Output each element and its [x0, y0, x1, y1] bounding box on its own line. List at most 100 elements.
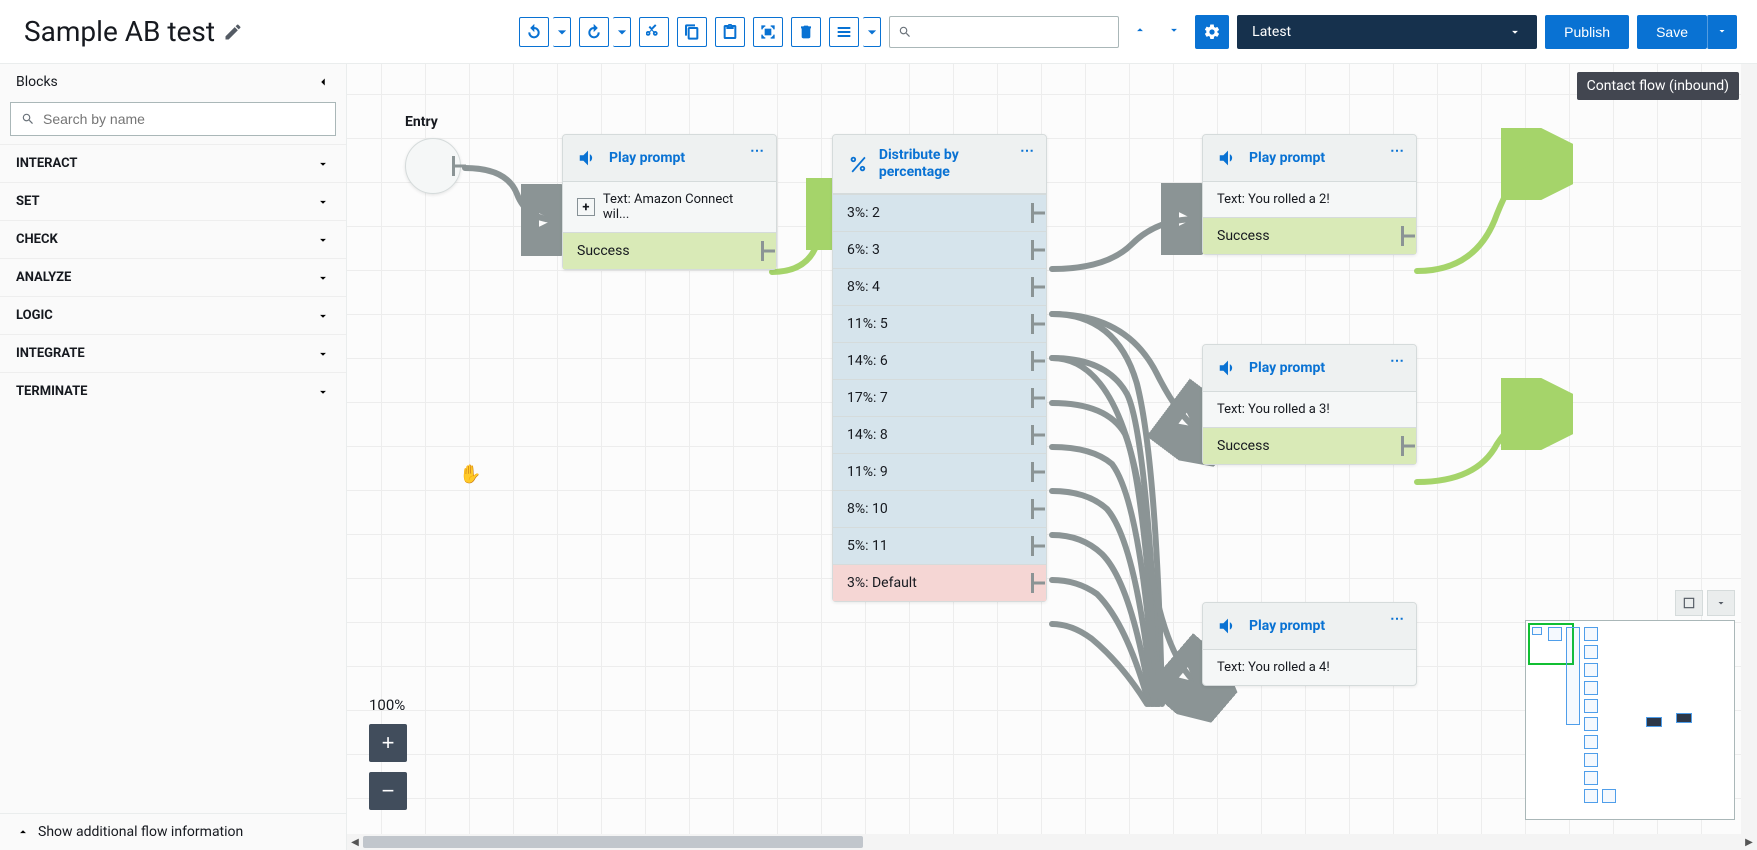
sidebar-category-set[interactable]: SET [0, 182, 346, 220]
save-dropdown[interactable] [1707, 15, 1737, 49]
chevron-down-icon [316, 309, 330, 323]
outcome-success[interactable]: Success [563, 232, 776, 269]
outcome-pct[interactable]: 3%: 2 [833, 194, 1046, 231]
expand-icon[interactable]: + [577, 198, 595, 216]
zoom-controls: 100% + − [369, 696, 407, 820]
entry-node[interactable]: Entry [405, 114, 461, 194]
node-menu-icon[interactable]: ⋯ [1020, 143, 1036, 159]
outcome-pct[interactable]: 11%: 9 [833, 453, 1046, 490]
chevron-down-icon [316, 271, 330, 285]
search-prev[interactable] [1127, 17, 1153, 47]
chevron-down-icon [316, 233, 330, 247]
node-menu-icon[interactable]: ⋯ [1390, 611, 1406, 627]
sidebar-header: Blocks [0, 64, 346, 98]
outcome-pct[interactable]: 6%: 3 [833, 231, 1046, 268]
sidebar-title: Blocks [16, 74, 58, 90]
outcome-pct[interactable]: 17%: 7 [833, 379, 1046, 416]
outcome-pct[interactable]: 8%: 4 [833, 268, 1046, 305]
zoom-level: 100% [369, 696, 407, 714]
cut-button[interactable] [639, 17, 669, 47]
gear-icon [1203, 23, 1221, 41]
arrange-button[interactable] [829, 17, 859, 47]
sidebar-footer-toggle[interactable]: Show additional flow information [0, 813, 346, 850]
save-button[interactable]: Save [1637, 15, 1707, 49]
chevron-down-icon [316, 385, 330, 399]
chevron-down-icon [1508, 25, 1522, 39]
outcome-success[interactable]: Success [1203, 217, 1416, 254]
outcome-pct[interactable]: 11%: 5 [833, 305, 1046, 342]
sidebar: Blocks INTERACT SET CHECK ANALYZE LOGIC … [0, 64, 347, 850]
undo-dropdown[interactable] [553, 17, 571, 47]
node-body-text: Text: You rolled a 2! [1217, 192, 1330, 207]
flow-type-badge: Contact flow (inbound) [1577, 72, 1739, 100]
minimap-toggle[interactable] [1707, 590, 1735, 616]
speaker-icon [1217, 147, 1239, 169]
scroll-left-button[interactable]: ◀ [347, 834, 363, 850]
version-select[interactable]: Latest [1237, 15, 1537, 49]
node-distribute[interactable]: Distribute by percentage ⋯ 3%: 2 6%: 3 8… [832, 134, 1047, 602]
node-play-prompt-2[interactable]: Play prompt ⋯ Text: You rolled a 2! Succ… [1202, 134, 1417, 255]
flow-title: Sample AB test [24, 15, 243, 48]
canvas-search-input[interactable] [912, 24, 1110, 40]
collapse-sidebar-icon[interactable] [316, 75, 330, 89]
outcome-pct[interactable]: 14%: 6 [833, 342, 1046, 379]
sidebar-category-logic[interactable]: LOGIC [0, 296, 346, 334]
scroll-right-button[interactable]: ▶ [1741, 834, 1757, 850]
node-play-prompt-3[interactable]: Play prompt ⋯ Text: You rolled a 3! Succ… [1202, 344, 1417, 465]
outcome-success[interactable]: Success [1203, 427, 1416, 464]
zoom-out-button[interactable]: − [369, 772, 407, 810]
node-play-prompt-4[interactable]: Play prompt ⋯ Text: You rolled a 4! [1202, 602, 1417, 686]
flow-title-text: Sample AB test [24, 15, 215, 48]
node-menu-icon[interactable]: ⋯ [1390, 143, 1406, 159]
paste-button[interactable] [715, 17, 745, 47]
version-label: Latest [1252, 24, 1291, 40]
sidebar-category-interact[interactable]: INTERACT [0, 144, 346, 182]
node-menu-icon[interactable]: ⋯ [750, 143, 766, 159]
publish-button[interactable]: Publish [1545, 15, 1629, 49]
chevron-up-icon [16, 825, 30, 839]
copy-button[interactable] [677, 17, 707, 47]
chevron-down-icon [316, 195, 330, 209]
zoom-in-button[interactable]: + [369, 724, 407, 762]
redo-dropdown[interactable] [613, 17, 631, 47]
arrange-dropdown[interactable] [863, 17, 881, 47]
speaker-icon [1217, 615, 1239, 637]
edit-icon[interactable] [223, 22, 243, 42]
sidebar-search[interactable] [10, 102, 336, 136]
percent-icon [847, 153, 869, 175]
chevron-down-icon [316, 347, 330, 361]
vertical-scrollbar[interactable] [1741, 64, 1757, 834]
toolbar: Sample AB test Latest [0, 0, 1757, 64]
settings-button[interactable] [1195, 15, 1229, 49]
node-body-text: Text: You rolled a 4! [1217, 660, 1330, 675]
outcome-pct[interactable]: 14%: 8 [833, 416, 1046, 453]
sidebar-category-check[interactable]: CHECK [0, 220, 346, 258]
search-next[interactable] [1161, 17, 1187, 47]
search-icon [898, 25, 912, 39]
sidebar-search-input[interactable] [43, 111, 325, 127]
entry-label: Entry [405, 114, 461, 130]
speaker-icon [1217, 357, 1239, 379]
redo-button[interactable] [579, 17, 609, 47]
sidebar-category-terminate[interactable]: TERMINATE [0, 372, 346, 410]
sidebar-category-integrate[interactable]: INTEGRATE [0, 334, 346, 372]
scroll-thumb[interactable] [363, 836, 863, 848]
fit-view-button[interactable] [1675, 590, 1703, 616]
outcome-default[interactable]: 3%: Default [833, 564, 1046, 601]
node-body-text: Text: Amazon Connect wil... [603, 192, 762, 222]
node-play-prompt-1[interactable]: Play prompt ⋯ + Text: Amazon Connect wil… [562, 134, 777, 270]
node-menu-icon[interactable]: ⋯ [1390, 353, 1406, 369]
sidebar-category-analyze[interactable]: ANALYZE [0, 258, 346, 296]
select-all-button[interactable] [753, 17, 783, 47]
speaker-icon [577, 147, 599, 169]
outcome-pct[interactable]: 5%: 11 [833, 527, 1046, 564]
delete-button[interactable] [791, 17, 821, 47]
outcome-pct[interactable]: 8%: 10 [833, 490, 1046, 527]
minimap[interactable] [1525, 620, 1735, 820]
canvas[interactable]: Entry Play prompt ⋯ + Text: Amazon Conne… [347, 64, 1757, 850]
chevron-down-icon [316, 157, 330, 171]
undo-button[interactable] [519, 17, 549, 47]
horizontal-scrollbar[interactable]: ◀ ▶ [347, 834, 1757, 850]
canvas-search[interactable] [889, 16, 1119, 48]
node-body-text: Text: You rolled a 3! [1217, 402, 1330, 417]
